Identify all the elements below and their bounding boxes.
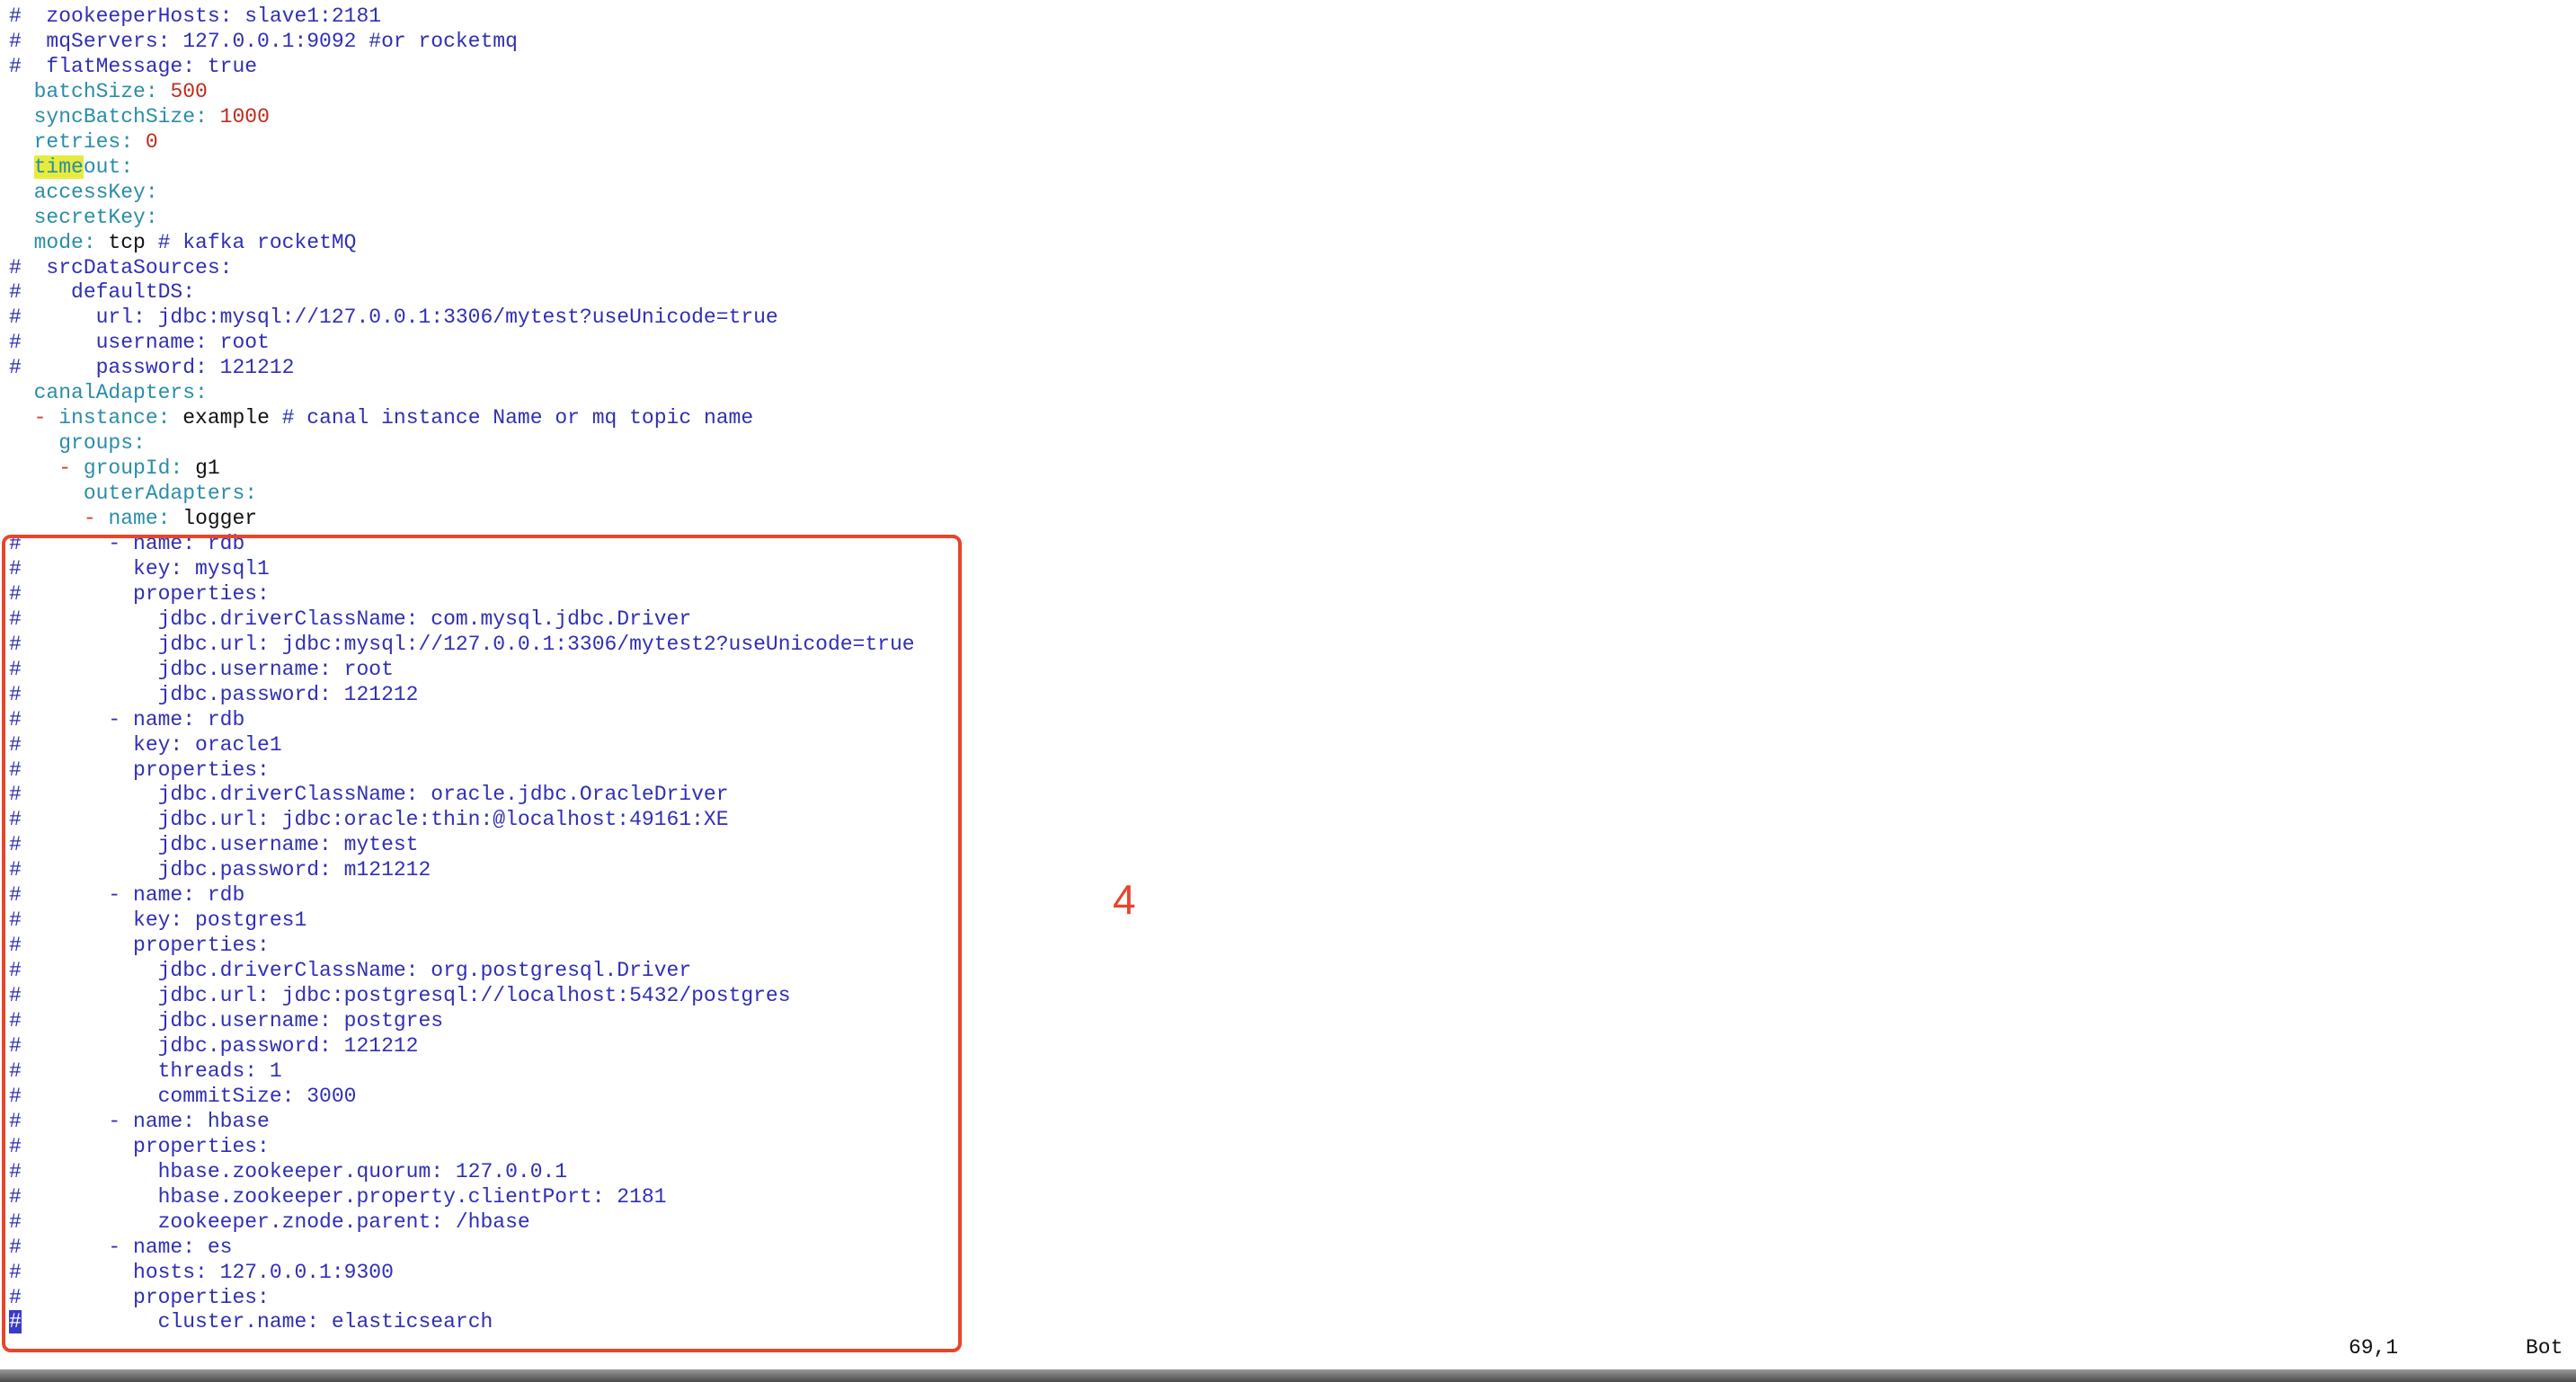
- code-line: timeout:: [9, 155, 133, 180]
- code-token: groupId:: [83, 456, 196, 481]
- code-token: -: [83, 507, 109, 530]
- code-line: outerAdapters:: [9, 481, 257, 506]
- code-token: 1000: [219, 104, 270, 128]
- code-token: # flatMessage: true: [9, 54, 258, 78]
- code-line: mode: tcp # kafka rocketMQ: [9, 230, 357, 255]
- code-line: - name: logger: [9, 506, 257, 531]
- code-line: batchSize: 500: [9, 79, 208, 104]
- code-line: syncBatchSize: 1000: [9, 104, 270, 129]
- code-token: # url: jdbc:mysql://127.0.0.1:3306/mytes…: [9, 306, 778, 330]
- cursor-position-indicator: 69,1: [2349, 1336, 2399, 1360]
- code-token: retries: [9, 129, 121, 154]
- code-token: logger: [182, 507, 258, 530]
- code-line: # defaultDS:: [9, 279, 195, 305]
- code-token: 500: [170, 79, 208, 103]
- code-token: # mqServers: 127.0.0.1:9092 #or rocketmq: [9, 29, 518, 53]
- code-line: # username: root: [9, 330, 270, 355]
- code-token: # kafka rocketMQ: [157, 230, 357, 254]
- code-line: canalAdapters:: [9, 380, 208, 405]
- code-token: # password: 121212: [9, 356, 295, 380]
- vim-status-bar: 69,1 Bot: [0, 1330, 2576, 1366]
- code-line: - instance: example # canal instance Nam…: [9, 405, 754, 430]
- code-line: # srcDataSources:: [9, 255, 232, 280]
- code-token: # zookeeperHosts: slave1:2181: [9, 4, 382, 28]
- code-line: # flatMessage: true: [9, 54, 257, 79]
- code-token: :: [120, 129, 146, 154]
- code-token: out:: [83, 155, 134, 179]
- search-match-highlight: time: [33, 155, 84, 179]
- code-line: secretKey:: [9, 205, 158, 230]
- window-bottom-edge: [0, 1369, 2576, 1382]
- code-line: groups:: [9, 430, 146, 456]
- code-token: -: [33, 406, 59, 430]
- code-token: canalAdapters:: [9, 381, 208, 405]
- code-token: instance:: [58, 406, 183, 430]
- code-token: tcp: [108, 230, 158, 254]
- code-line: - groupId: g1: [9, 456, 220, 481]
- scroll-position-indicator: Bot: [2526, 1336, 2563, 1360]
- code-token: 0: [145, 129, 158, 154]
- code-token: groups:: [9, 431, 146, 456]
- code-token: # canal instance Name or mq topic name: [281, 406, 754, 430]
- code-line: # password: 121212: [9, 355, 294, 380]
- code-token: example: [182, 406, 282, 430]
- code-line: # zookeeperHosts: slave1:2181: [9, 4, 381, 29]
- code-token: g1: [195, 456, 220, 481]
- code-token: :: [195, 104, 220, 128]
- annotation-highlight-box: [2, 535, 962, 1352]
- code-line: # mqServers: 127.0.0.1:9092 #or rocketmq: [9, 29, 518, 54]
- code-token: syncBatchSize: [9, 104, 196, 128]
- code-line: retries: 0: [9, 129, 158, 155]
- code-line: accessKey:: [9, 180, 158, 205]
- code-token: secretKey:: [9, 205, 158, 229]
- annotation-number-label: 4: [1113, 876, 1136, 923]
- code-token: mode:: [9, 230, 109, 254]
- code-token: # username: root: [9, 331, 270, 355]
- code-token: # srcDataSources:: [9, 255, 233, 279]
- code-token: accessKey:: [9, 180, 158, 204]
- code-token: :: [145, 79, 171, 103]
- code-token: outerAdapters:: [9, 482, 258, 505]
- code-line: # url: jdbc:mysql://127.0.0.1:3306/mytes…: [9, 305, 778, 330]
- code-token: name:: [108, 507, 183, 530]
- code-token: -: [58, 456, 84, 481]
- code-token: batchSize: [9, 79, 146, 103]
- code-token: # defaultDS:: [9, 280, 196, 305]
